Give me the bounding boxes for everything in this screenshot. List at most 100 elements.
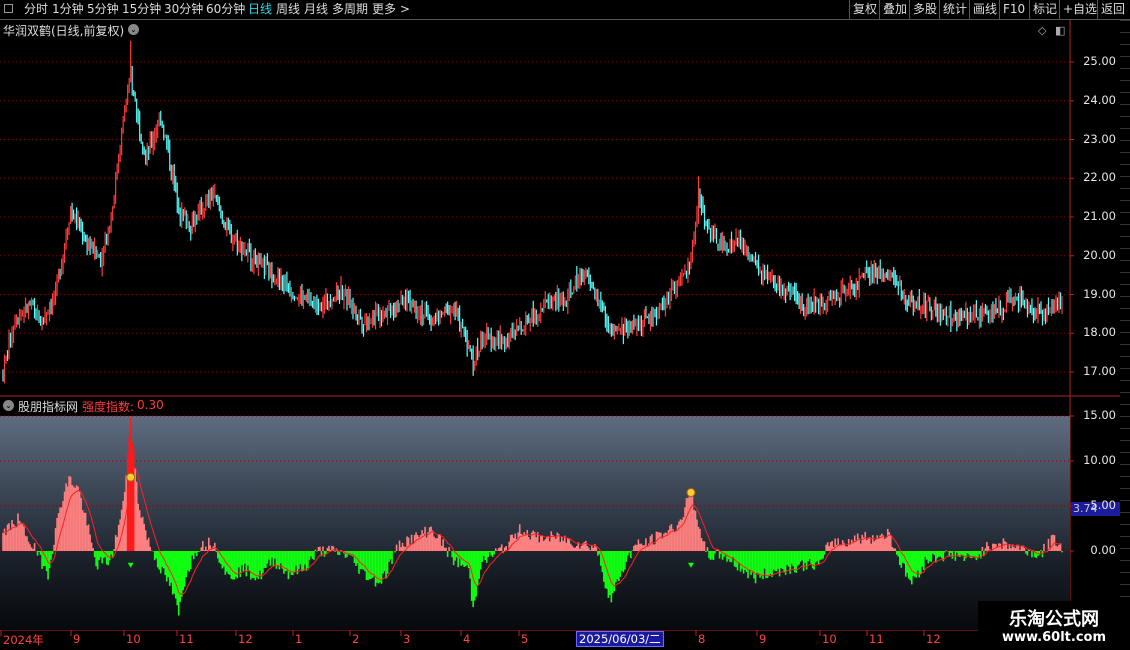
right-strip-cell bbox=[1120, 500, 1130, 512]
main-chevron-down-icon[interactable]: ⌄ bbox=[128, 24, 139, 35]
right-strip-cell bbox=[1120, 128, 1130, 140]
period-button-4[interactable]: 30分钟 bbox=[164, 1, 203, 17]
watermark-title: 乐淘公式网 bbox=[1009, 609, 1099, 630]
chart-area bbox=[0, 20, 1120, 636]
right-strip-cell bbox=[1120, 56, 1130, 68]
main-y-tick-label: 22.00 bbox=[1083, 170, 1116, 185]
period-toolbar: 分时 1分钟 5分钟 15分钟 30分钟 60分钟 日线 周线 月线 多周期 更多 > 复权 叠加 多股统… bbox=[0, 0, 1130, 20]
right-strip-cell bbox=[1120, 476, 1130, 488]
period-button-0[interactable]: 分时 bbox=[24, 1, 48, 17]
right-strip-cell bbox=[1120, 416, 1130, 428]
right-strip-cell bbox=[1120, 560, 1130, 572]
toolbar-separator bbox=[909, 0, 910, 19]
x-tick-label: 9 bbox=[759, 632, 767, 646]
right-strip-cell bbox=[1120, 176, 1130, 188]
period-button-5[interactable]: 60分钟 bbox=[206, 1, 245, 17]
right-strip-cell bbox=[1120, 404, 1130, 416]
right-strip-cell bbox=[1120, 116, 1130, 128]
right-strip-cell bbox=[1120, 224, 1130, 236]
toolbar-button-6[interactable]: 标记 bbox=[1033, 1, 1057, 17]
toolbar-separator bbox=[849, 0, 850, 19]
toolbar-button-4[interactable]: 画线 bbox=[973, 1, 997, 17]
x-tick-label: 4 bbox=[463, 632, 471, 646]
toolbar-button-5[interactable]: F10 bbox=[1003, 1, 1025, 17]
period-button-9[interactable]: 多周期 bbox=[332, 1, 368, 17]
sub-chevron-down-icon[interactable]: ⌄ bbox=[3, 400, 14, 411]
toolbar-button-7[interactable]: +自选 bbox=[1063, 1, 1097, 17]
toolbar-button-2[interactable]: 多股 bbox=[913, 1, 937, 17]
x-tick-label: 2024年 bbox=[3, 633, 44, 647]
cursor-date: 2025/06/03/二 bbox=[576, 631, 664, 647]
x-tick-label: 8 bbox=[698, 632, 706, 646]
diamond-icon[interactable]: ◇ bbox=[1038, 24, 1046, 37]
right-strip-cell bbox=[1120, 248, 1130, 260]
right-strip-cell bbox=[1120, 512, 1130, 524]
main-chart-title: 华润双鹤(日线,前复权) bbox=[3, 24, 125, 38]
toolbar-button-1[interactable]: 叠加 bbox=[883, 1, 907, 17]
right-strip-cell bbox=[1120, 296, 1130, 308]
right-strip-cell bbox=[1120, 104, 1130, 116]
right-strip-cell bbox=[1120, 380, 1130, 392]
indicator-label: 强度指数: bbox=[82, 400, 135, 414]
right-strip-cell bbox=[1120, 440, 1130, 452]
x-tick-label: 10 bbox=[126, 632, 141, 646]
right-strip-cell bbox=[1120, 368, 1130, 380]
right-strip-cell bbox=[1120, 452, 1130, 464]
right-strip-cell bbox=[1120, 548, 1130, 560]
x-tick-label: 2 bbox=[352, 632, 360, 646]
right-strip-cell bbox=[1120, 344, 1130, 356]
toolbar-separator bbox=[1097, 0, 1098, 19]
sub-y-tick-label: 15.00 bbox=[1083, 408, 1116, 422]
right-strip-cell bbox=[1120, 260, 1130, 272]
main-y-tick-label: 19.00 bbox=[1083, 286, 1116, 301]
right-strip-cell bbox=[1120, 572, 1130, 584]
x-tick-label: 12 bbox=[926, 632, 941, 646]
right-strip-cell bbox=[1120, 536, 1130, 548]
toolbar-button-3[interactable]: 统计 bbox=[943, 1, 967, 17]
indicator-value: 0.30 bbox=[137, 398, 164, 412]
x-tick-label: 3 bbox=[403, 632, 411, 646]
x-tick-label: 11 bbox=[179, 632, 194, 646]
right-strip-cell bbox=[1120, 488, 1130, 500]
signal-marker-icon bbox=[686, 488, 696, 497]
right-strip-cell bbox=[1120, 20, 1130, 32]
panel-toggle-icon[interactable]: ◧ bbox=[1055, 24, 1065, 37]
toolbar-button-8[interactable]: 返回 bbox=[1101, 1, 1125, 17]
right-strip-cell bbox=[1120, 332, 1130, 344]
toolbar-separator bbox=[999, 0, 1000, 19]
right-strip-cell bbox=[1120, 68, 1130, 80]
x-tick-label: 11 bbox=[869, 632, 884, 646]
toolbar-separator bbox=[969, 0, 970, 19]
main-y-tick-label: 21.00 bbox=[1083, 209, 1116, 223]
right-strip-cell bbox=[1120, 152, 1130, 164]
period-button-8[interactable]: 月线 bbox=[304, 1, 328, 17]
period-button-6[interactable]: 日线 bbox=[248, 1, 272, 17]
right-strip-cell bbox=[1120, 356, 1130, 368]
right-strip-cell bbox=[1120, 284, 1130, 296]
right-strip-cell bbox=[1120, 236, 1130, 248]
right-strip-cell bbox=[1120, 212, 1130, 224]
right-strip-cell bbox=[1120, 524, 1130, 536]
right-strip-cell bbox=[1120, 44, 1130, 56]
menu-square-icon[interactable] bbox=[4, 4, 13, 13]
period-button-3[interactable]: 15分钟 bbox=[122, 1, 161, 17]
main-y-tick-label: 25.00 bbox=[1083, 54, 1116, 68]
toolbar-separator bbox=[939, 0, 940, 19]
right-strip-cell bbox=[1120, 392, 1130, 404]
right-strip-cell bbox=[1120, 164, 1130, 176]
sub-y-tick-label: 0.00 bbox=[1090, 543, 1116, 557]
x-tick-label: 10 bbox=[822, 632, 837, 646]
period-button-10[interactable]: 更多 > bbox=[372, 1, 410, 17]
main-y-tick-label: 20.00 bbox=[1083, 247, 1116, 262]
main-y-tick-label: 23.00 bbox=[1083, 131, 1116, 146]
period-button-7[interactable]: 周线 bbox=[276, 1, 300, 17]
right-strip-cell bbox=[1120, 584, 1130, 596]
signal-marker-icon bbox=[126, 472, 136, 482]
right-strip-cell bbox=[1120, 320, 1130, 332]
main-y-tick-label: 18.00 bbox=[1083, 325, 1116, 340]
sub-upper-background bbox=[0, 416, 1070, 551]
right-strip-cell bbox=[1120, 140, 1130, 152]
toolbar-button-0[interactable]: 复权 bbox=[853, 1, 877, 17]
period-button-2[interactable]: 5分钟 bbox=[87, 1, 119, 17]
period-button-1[interactable]: 1分钟 bbox=[52, 1, 84, 17]
